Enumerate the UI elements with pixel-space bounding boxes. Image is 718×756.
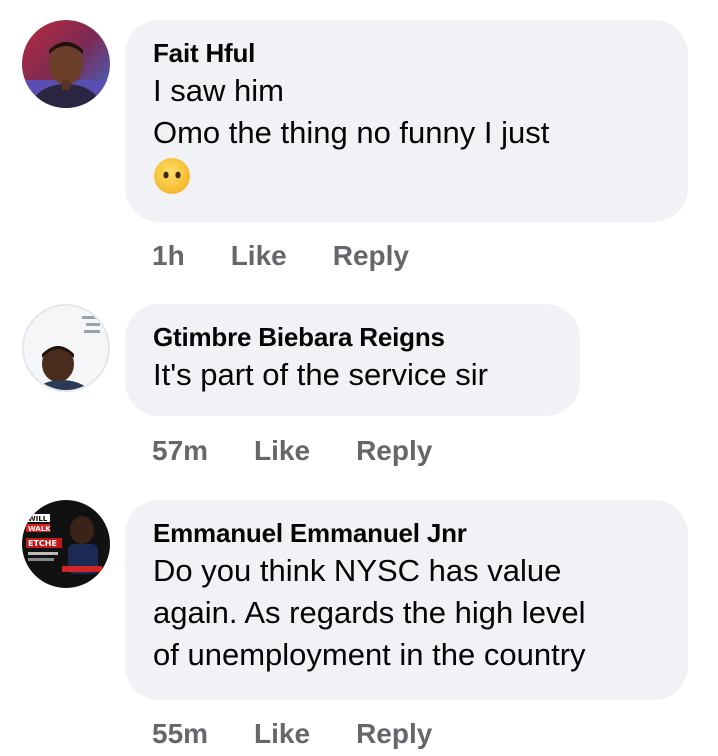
reply-button[interactable]: Reply — [356, 435, 432, 467]
comment-actions: 55m Like Reply — [152, 718, 432, 750]
comment-text-line: Do you think NYSC has value — [153, 553, 562, 588]
reply-button[interactable]: Reply — [356, 718, 432, 750]
like-button[interactable]: Like — [254, 718, 310, 750]
comment-author[interactable]: Gtimbre Biebara Reigns — [153, 320, 552, 354]
comment-author[interactable]: Emmanuel Emmanuel Jnr — [153, 516, 660, 550]
avatar-photo — [22, 20, 110, 108]
neutral-face-emoji-icon — [154, 158, 190, 194]
comment-text-line: Omo the thing no funny I just — [153, 115, 550, 150]
comment-timestamp[interactable]: 55m — [152, 718, 208, 750]
comment-text-line: I saw him — [153, 73, 284, 108]
comment-text-line: again. As regards the high level — [153, 595, 586, 630]
comment-bubble: Emmanuel Emmanuel Jnr Do you think NYSC … — [125, 500, 688, 700]
avatar-photo: WILL WALK ETCHE — [22, 500, 110, 588]
avatar[interactable]: WILL WALK ETCHE — [22, 500, 110, 588]
comment-actions: 57m Like Reply — [152, 435, 432, 467]
avatar-text: WALK — [28, 525, 51, 533]
comment-timestamp[interactable]: 1h — [152, 240, 185, 272]
comment-actions: 1h Like Reply — [152, 240, 409, 272]
avatar-text: ETCHE — [28, 539, 57, 548]
avatar[interactable] — [22, 304, 110, 392]
avatar-photo — [24, 306, 108, 390]
comment-bubble: Gtimbre Biebara Reigns It's part of the … — [125, 304, 580, 416]
avatar-text: WILL — [28, 515, 48, 523]
comment-timestamp[interactable]: 57m — [152, 435, 208, 467]
comment-text-line: of unemployment in the country — [153, 637, 586, 672]
comment-text-line: It's part of the service sir — [153, 357, 488, 392]
comment-bubble: Fait Hful I saw him Omo the thing no fun… — [125, 20, 688, 222]
emoji-line — [153, 154, 660, 198]
avatar[interactable] — [22, 20, 110, 108]
like-button[interactable]: Like — [231, 240, 287, 272]
like-button[interactable]: Like — [254, 435, 310, 467]
comment-author[interactable]: Fait Hful — [153, 36, 660, 70]
reply-button[interactable]: Reply — [333, 240, 409, 272]
